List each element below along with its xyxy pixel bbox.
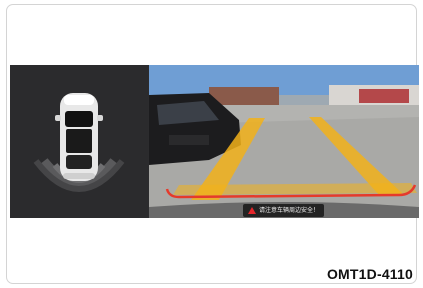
parking-camera-display: 请注意车辆周边安全！ bbox=[10, 65, 419, 218]
safety-warning-text: 请注意车辆周边安全！ bbox=[259, 207, 320, 214]
warning-triangle-icon bbox=[248, 207, 256, 214]
figure-code: OMT1D-4110 bbox=[326, 266, 413, 282]
car-top-view bbox=[33, 93, 125, 192]
surround-view-panel bbox=[10, 65, 148, 218]
safety-warning-banner: 请注意车辆周边安全！ bbox=[243, 204, 325, 217]
building bbox=[359, 89, 409, 103]
car-icon bbox=[55, 93, 103, 181]
rear-camera-view bbox=[149, 65, 419, 218]
